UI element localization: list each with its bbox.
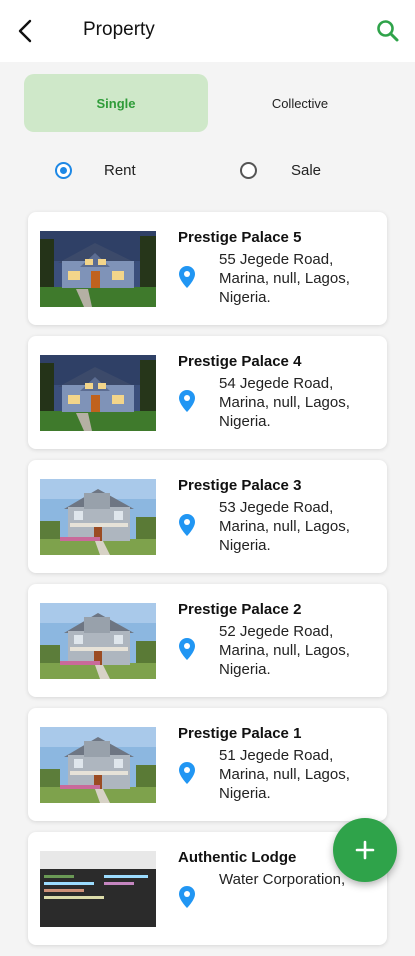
location-pin-icon	[178, 513, 196, 537]
property-name: Prestige Palace 5	[178, 229, 302, 246]
location-pin-icon	[178, 761, 196, 785]
location-pin-icon	[178, 265, 196, 289]
property-address: 51 Jegede Road, Marina, null, Lagos, Nig…	[219, 747, 350, 802]
property-name: Prestige Palace 4	[178, 353, 302, 370]
property-card[interactable]: Prestige Palace 3 53 Jegede Road, Marina…	[28, 460, 387, 573]
sale-radio-label: Sale	[291, 162, 322, 179]
location-pin-icon	[178, 885, 196, 909]
property-card[interactable]: Prestige Palace 1 51 Jegede Road, Marina…	[28, 708, 387, 821]
property-photo	[40, 479, 156, 555]
property-address: 55 Jegede Road, Marina, null, Lagos, Nig…	[219, 251, 350, 306]
property-name: Prestige Palace 2	[178, 601, 302, 618]
back-icon[interactable]	[14, 17, 40, 45]
property-address: 53 Jegede Road, Marina, null, Lagos, Nig…	[219, 499, 350, 554]
rent-radio-option[interactable]: Rent	[55, 162, 136, 179]
property-photo	[40, 355, 156, 431]
property-type-tabs: Single Collective	[24, 74, 392, 132]
rent-radio-button[interactable]	[55, 162, 72, 179]
tab-collective[interactable]: Collective	[208, 74, 392, 132]
search-icon[interactable]	[375, 18, 401, 44]
app-bar: Property	[0, 0, 415, 62]
property-address: 52 Jegede Road, Marina, null, Lagos, Nig…	[219, 623, 350, 678]
listing-type-filter: Rent Sale	[0, 162, 415, 192]
property-photo	[40, 851, 156, 927]
location-pin-icon	[178, 389, 196, 413]
property-photo	[40, 727, 156, 803]
property-card[interactable]: Prestige Palace 2 52 Jegede Road, Marina…	[28, 584, 387, 697]
page-title: Property	[83, 19, 155, 40]
property-address: 54 Jegede Road, Marina, null, Lagos, Nig…	[219, 375, 350, 430]
sale-radio-button[interactable]	[240, 162, 257, 179]
property-photo	[40, 231, 156, 307]
property-card[interactable]: Prestige Palace 4 54 Jegede Road, Marina…	[28, 336, 387, 449]
add-property-button[interactable]	[333, 818, 397, 882]
property-name: Prestige Palace 1	[178, 725, 302, 742]
location-pin-icon	[178, 637, 196, 661]
sale-radio-option[interactable]: Sale	[240, 162, 321, 179]
property-name: Authentic Lodge	[178, 849, 297, 866]
property-name: Prestige Palace 3	[178, 477, 302, 494]
property-card[interactable]: Prestige Palace 5 55 Jegede Road, Marina…	[28, 212, 387, 325]
tab-single[interactable]: Single	[24, 74, 208, 132]
property-photo	[40, 603, 156, 679]
rent-radio-label: Rent	[104, 162, 136, 179]
plus-icon	[355, 840, 375, 860]
